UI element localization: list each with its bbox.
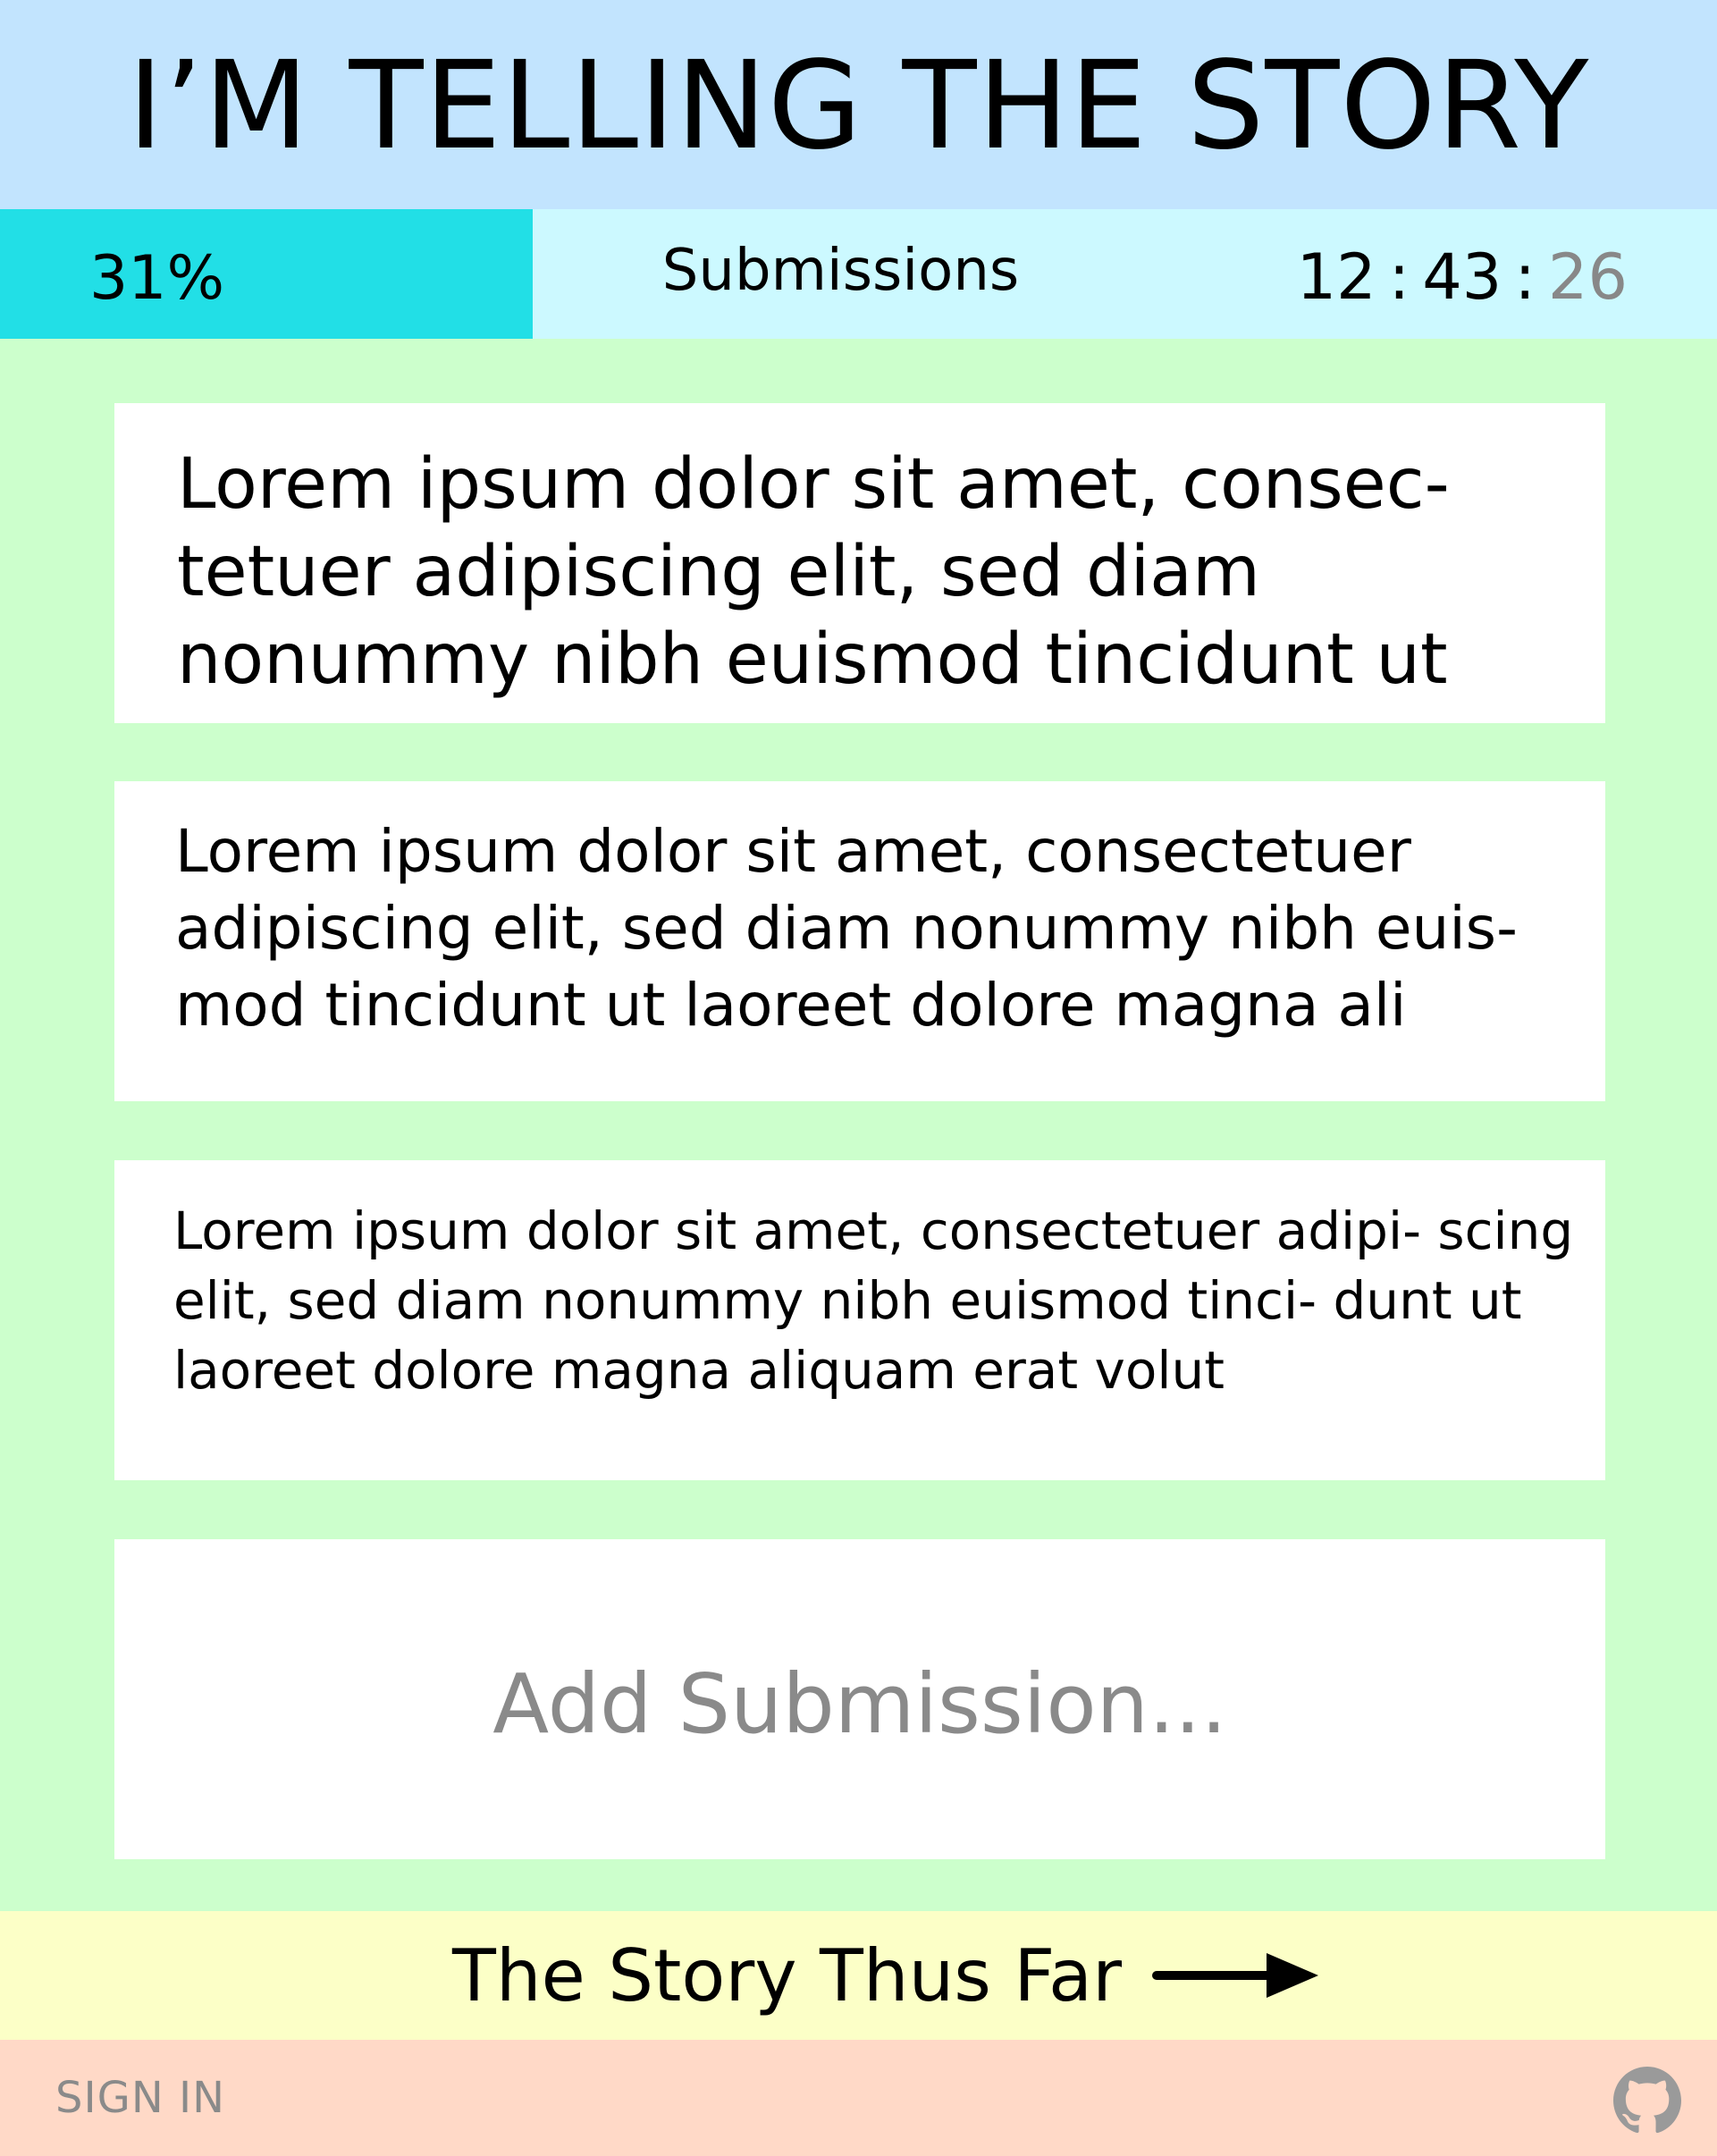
timer-separator: :	[1388, 240, 1410, 314]
add-submission-placeholder: Add Submission...	[492, 1655, 1227, 1752]
github-icon[interactable]	[1613, 2067, 1681, 2135]
status-bar: 31% Submissions 12 : 43 : 26	[0, 209, 1717, 339]
app-header: I’M TELLING THE STORY	[0, 0, 1717, 209]
countdown-timer: 12 : 43 : 26	[1297, 209, 1628, 339]
app-footer: SIGN IN	[0, 2040, 1717, 2156]
submission-card[interactable]: Lorem ipsum dolor sit amet, consectetuer…	[114, 1160, 1605, 1480]
sign-in-link[interactable]: SIGN IN	[55, 2040, 225, 2156]
story-thus-far-label: The Story Thus Far	[452, 1933, 1122, 2017]
app-title: I’M TELLING THE STORY	[127, 36, 1590, 177]
arrow-right-icon	[1151, 1953, 1318, 2001]
story-thus-far-link[interactable]: The Story Thus Far	[0, 1911, 1717, 2040]
section-title: Submissions	[661, 237, 1020, 304]
progress-bar-fill	[0, 209, 533, 339]
add-submission-input[interactable]: Add Submission...	[114, 1539, 1605, 1859]
timer-separator: :	[1514, 240, 1536, 314]
submission-text: Lorem ipsum dolor sit amet, consectetuer…	[173, 1200, 1574, 1401]
timer-seconds: 26	[1547, 240, 1628, 314]
submission-text: Lorem ipsum dolor sit amet, consec- tetu…	[177, 444, 1450, 700]
timer-minutes: 43	[1422, 240, 1502, 314]
submission-text: Lorem ipsum dolor sit amet, consectetuer…	[175, 817, 1518, 1040]
submission-card[interactable]: Lorem ipsum dolor sit amet, consec- tetu…	[114, 403, 1605, 723]
submission-card[interactable]: Lorem ipsum dolor sit amet, consectetuer…	[114, 781, 1605, 1101]
progress-percentage: 31%	[89, 243, 225, 314]
timer-hours: 12	[1296, 240, 1376, 314]
